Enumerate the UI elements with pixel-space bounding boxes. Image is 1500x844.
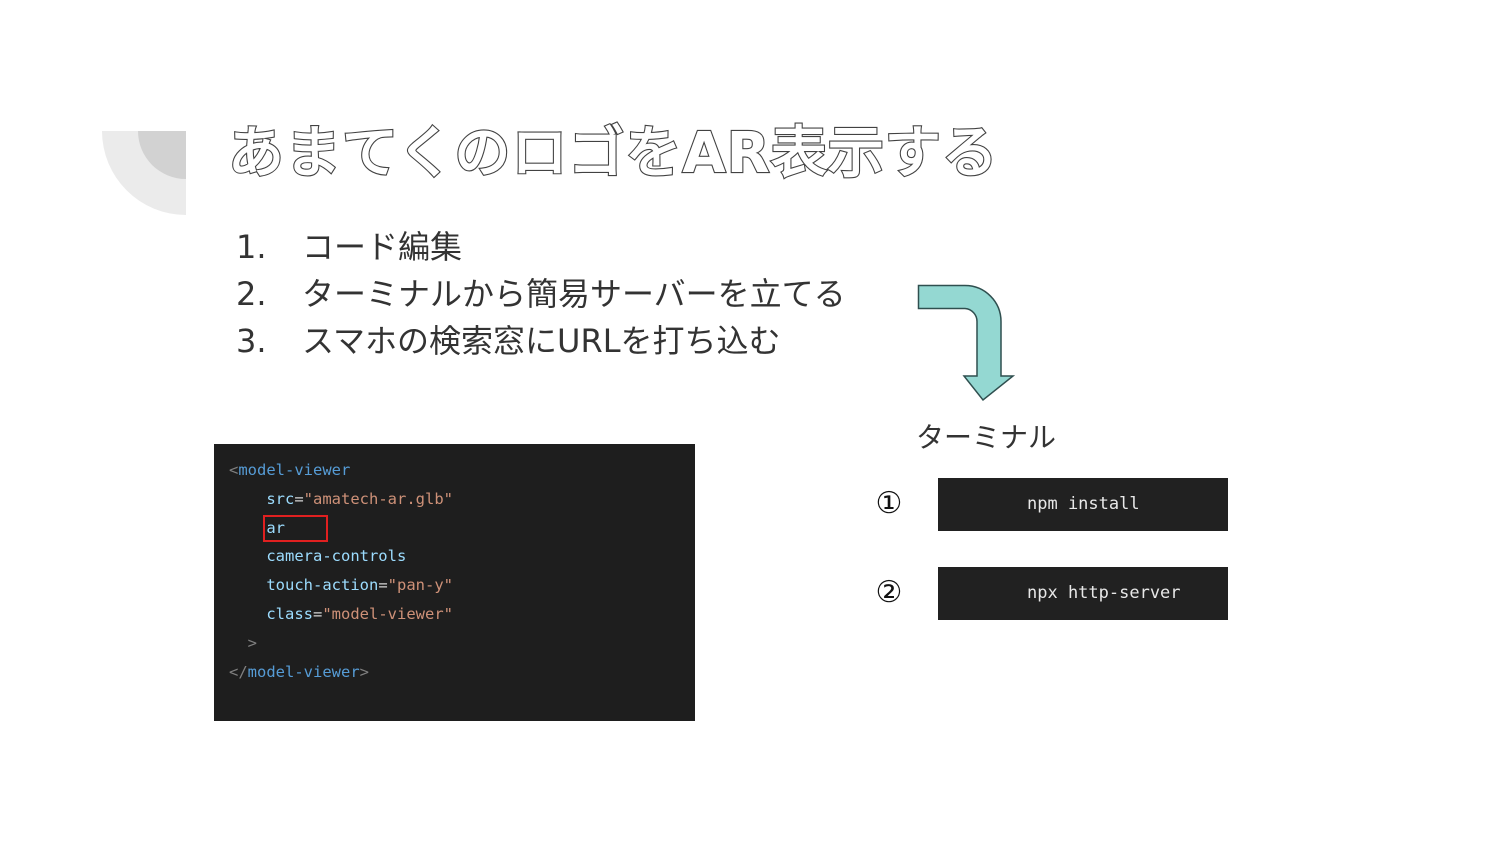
- code-line: src="amatech-ar.glb": [229, 489, 453, 509]
- code-token: >: [247, 634, 258, 652]
- highlight-box: [263, 515, 328, 542]
- steps-list: 1. コード編集 2. ターミナルから簡易サーバーを立てる 3. スマホの検索窓…: [236, 225, 846, 366]
- code-token: <: [229, 461, 239, 479]
- code-token: "pan-y": [387, 576, 453, 594]
- step-text: ターミナルから簡易サーバーを立てる: [302, 275, 846, 313]
- code-token: "model-viewer": [322, 605, 453, 623]
- code-token: >: [359, 663, 369, 681]
- code-line: camera-controls: [229, 546, 406, 566]
- decorative-arc: [102, 131, 186, 215]
- code-token: =: [378, 576, 388, 594]
- code-line: </model-viewer>: [229, 662, 369, 682]
- code-line: <model-viewer: [229, 460, 350, 480]
- step-marker: ②: [875, 575, 903, 610]
- step-marker: ①: [875, 486, 903, 521]
- list-item: 3. スマホの検索窓にURLを打ち込む: [236, 319, 846, 366]
- code-token: src: [266, 490, 295, 508]
- command-box: npx http-server: [938, 567, 1228, 620]
- code-token: "amatech-ar.glb": [303, 490, 453, 508]
- code-block: <model-viewer src="amatech-ar.glb" ar ca…: [214, 444, 695, 721]
- code-token: =: [313, 605, 323, 623]
- bent-arrow-icon: [917, 284, 1016, 402]
- code-token: camera-controls: [266, 547, 407, 565]
- code-token: class: [266, 605, 313, 623]
- terminal-label: ターミナル: [916, 421, 1057, 454]
- code-token: </: [229, 663, 248, 681]
- step-number: 3.: [236, 322, 267, 360]
- slide-title: あまてくのロゴをAR表示する: [227, 120, 999, 187]
- code-token: =: [294, 490, 304, 508]
- step-text: コード編集: [302, 228, 463, 266]
- code-token: model-viewer: [238, 461, 351, 479]
- code-line: class="model-viewer": [229, 604, 453, 624]
- code-token: model-viewer: [247, 663, 360, 681]
- list-item: 2. ターミナルから簡易サーバーを立てる: [236, 272, 846, 319]
- code-line: >: [229, 633, 257, 653]
- step-number: 1.: [236, 228, 267, 266]
- code-token: touch-action: [266, 576, 379, 594]
- step-text: スマホの検索窓にURLを打ち込む: [302, 322, 781, 360]
- command-box: npm install: [938, 478, 1228, 531]
- step-number: 2.: [236, 275, 267, 313]
- code-line: touch-action="pan-y": [229, 575, 453, 595]
- list-item: 1. コード編集: [236, 225, 846, 272]
